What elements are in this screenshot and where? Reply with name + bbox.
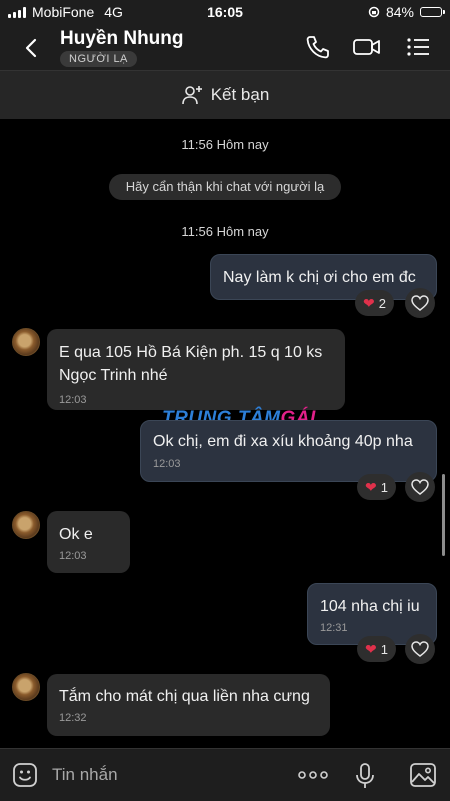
video-call-icon[interactable]: [352, 34, 382, 60]
heart-icon: ❤: [365, 478, 377, 495]
image-icon[interactable]: [409, 762, 437, 788]
add-friend-button[interactable]: Kết bạn: [0, 70, 450, 119]
menu-list-icon[interactable]: [404, 34, 432, 60]
incoming-message[interactable]: Ok e 12:03: [47, 511, 130, 573]
reaction-badge[interactable]: ❤ 2: [355, 290, 394, 316]
outgoing-message[interactable]: Ok chị, em đi xa xíu khoảng 40p nha 12:0…: [140, 420, 437, 482]
outgoing-message[interactable]: Nay làm k chị ơi cho em đc: [210, 254, 437, 300]
incoming-message[interactable]: Tắm cho mát chị qua liền nha cưng 12:32: [47, 674, 330, 736]
message-time: 12:03: [59, 550, 87, 562]
battery-percent: 84%: [385, 4, 414, 20]
message-text: 104 nha chị iu: [320, 598, 420, 615]
message-time: 12:03: [59, 394, 87, 406]
status-bar: MobiFone 4G 16:05 84%: [0, 0, 450, 24]
chat-header: Huyền Nhung NGƯỜI LẠ: [0, 24, 450, 70]
message-time: 12:31: [320, 622, 348, 634]
phone-icon[interactable]: [303, 34, 331, 60]
microphone-icon[interactable]: [355, 762, 375, 790]
scrollbar[interactable]: [442, 474, 445, 556]
heart-icon: ❤: [365, 640, 377, 657]
timestamp-divider: 11:56 Hôm nay: [181, 224, 269, 239]
reaction-badge[interactable]: ❤ 1: [357, 474, 396, 500]
reaction-count: 1: [380, 641, 388, 657]
message-time: 12:32: [59, 712, 87, 724]
message-time: 12:03: [153, 458, 181, 470]
reaction-count: 1: [380, 479, 388, 495]
sticker-icon[interactable]: [12, 762, 38, 788]
avatar[interactable]: [12, 511, 40, 539]
like-button[interactable]: [405, 472, 435, 502]
add-person-icon: [181, 86, 202, 105]
reaction-badge[interactable]: ❤ 1: [357, 636, 396, 662]
message-text: Ok e: [59, 526, 93, 543]
heart-icon: ❤: [363, 294, 375, 311]
reaction-count: 2: [378, 295, 386, 311]
contact-name[interactable]: Huyền Nhung: [60, 28, 184, 50]
message-text: Ok chị, em đi xa xíu khoảng 40p nha: [153, 433, 413, 450]
avatar[interactable]: [12, 673, 40, 701]
heart-outline-icon: [411, 641, 429, 657]
orientation-lock-icon: [368, 6, 380, 18]
like-button[interactable]: [405, 288, 435, 318]
more-icon[interactable]: [298, 771, 328, 779]
message-text: Nay làm k chị ơi cho em đc: [223, 269, 416, 286]
add-friend-label: Kết bạn: [210, 85, 270, 104]
heart-outline-icon: [411, 479, 429, 495]
heart-outline-icon: [411, 295, 429, 311]
avatar[interactable]: [12, 328, 40, 356]
message-text: E qua 105 Hồ Bá Kiện ph. 15 q 10 ks Ngọc…: [59, 344, 323, 384]
like-button[interactable]: [405, 634, 435, 664]
incoming-message[interactable]: E qua 105 Hồ Bá Kiện ph. 15 q 10 ks Ngọc…: [47, 329, 345, 410]
timestamp-divider: 11:56 Hôm nay: [181, 137, 269, 152]
system-notice: Hãy cẩn thận khi chat với người lạ: [109, 174, 341, 200]
back-icon[interactable]: [18, 34, 46, 62]
message-input[interactable]: Tin nhắn: [52, 765, 118, 785]
battery-icon: [420, 7, 445, 17]
status-right: 84%: [368, 4, 445, 20]
stranger-badge: NGƯỜI LẠ: [60, 51, 137, 67]
message-input-bar: Tin nhắn: [0, 748, 450, 801]
message-text: Tắm cho mát chị qua liền nha cưng: [59, 688, 310, 705]
